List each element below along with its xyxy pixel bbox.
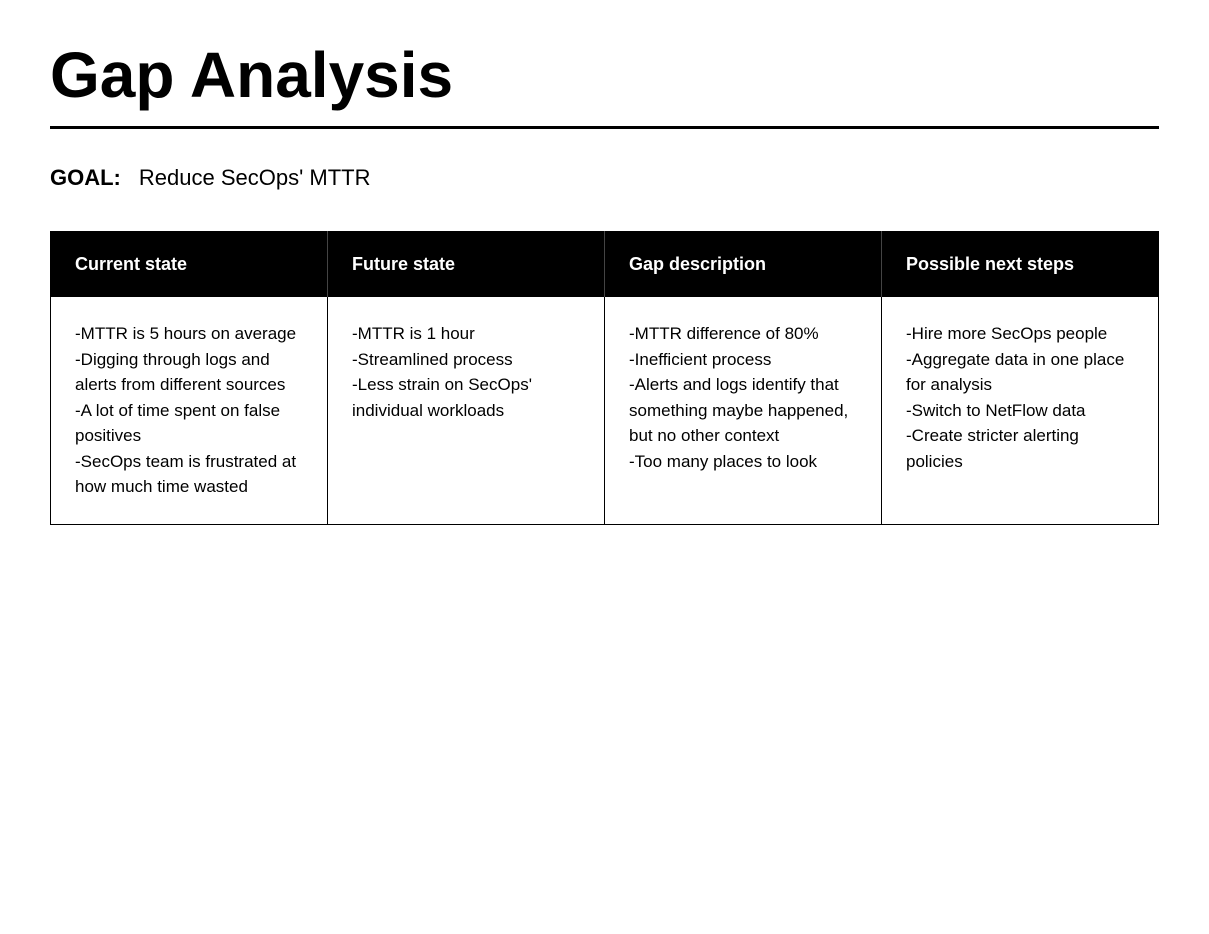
cell-next-steps: -Hire more SecOps people -Aggregate data… [882, 297, 1159, 524]
table-header-row: Current state Future state Gap descripti… [51, 232, 1159, 298]
title-divider [50, 126, 1159, 129]
page-title: Gap Analysis [50, 40, 1159, 110]
col-header-future-state: Future state [328, 232, 605, 298]
col-header-gap-description: Gap description [605, 232, 882, 298]
goal-row: GOAL: Reduce SecOps' MTTR [50, 165, 1159, 191]
cell-current-state: -MTTR is 5 hours on average -Digging thr… [51, 297, 328, 524]
gap-analysis-table: Current state Future state Gap descripti… [50, 231, 1159, 525]
col-header-current-state: Current state [51, 232, 328, 298]
table-row: -MTTR is 5 hours on average -Digging thr… [51, 297, 1159, 524]
cell-future-state: -MTTR is 1 hour -Streamlined process -Le… [328, 297, 605, 524]
gap-description-content: -MTTR difference of 80% -Inefficient pro… [629, 321, 857, 474]
goal-text: Reduce SecOps' MTTR [139, 165, 371, 191]
current-state-content: -MTTR is 5 hours on average -Digging thr… [75, 321, 303, 500]
col-header-next-steps: Possible next steps [882, 232, 1159, 298]
future-state-content: -MTTR is 1 hour -Streamlined process -Le… [352, 321, 580, 423]
cell-gap-description: -MTTR difference of 80% -Inefficient pro… [605, 297, 882, 524]
goal-label: GOAL: [50, 165, 121, 191]
next-steps-content: -Hire more SecOps people -Aggregate data… [906, 321, 1134, 474]
